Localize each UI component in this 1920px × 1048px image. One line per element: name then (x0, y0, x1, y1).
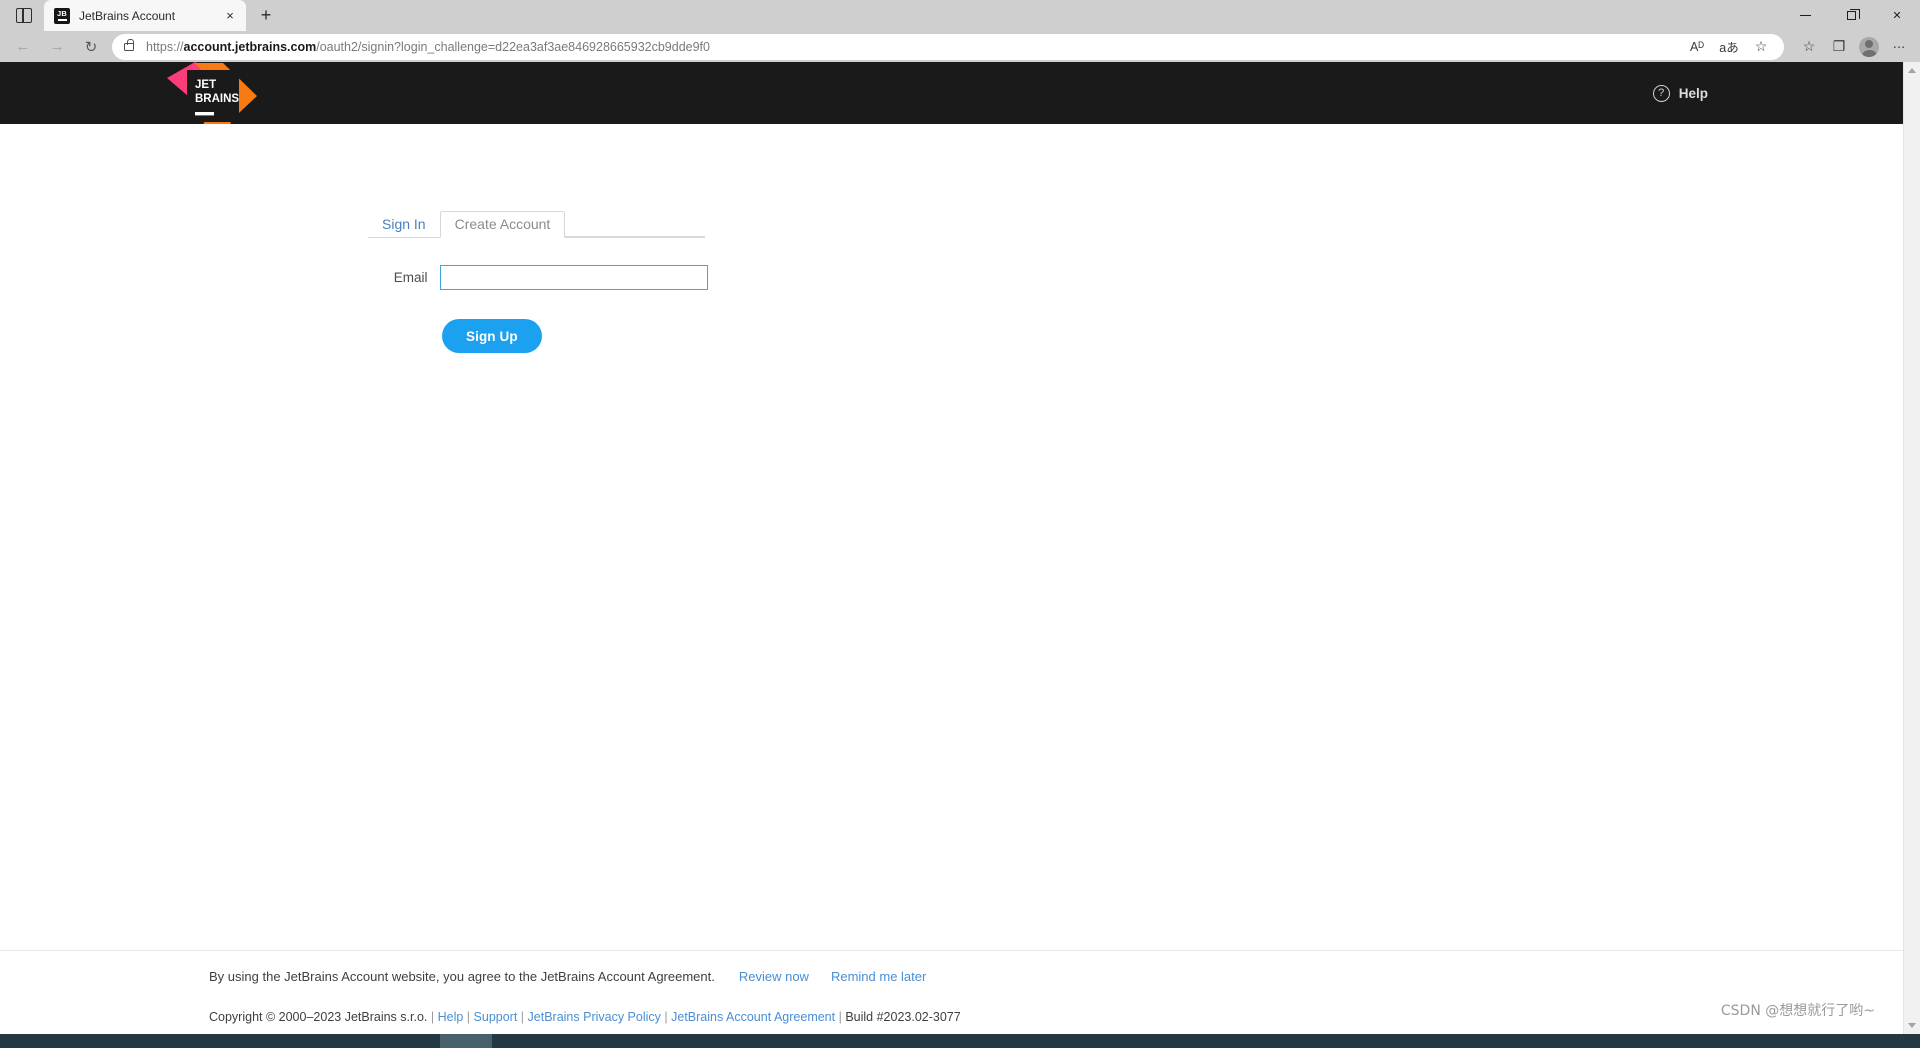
review-now-link[interactable]: Review now (739, 969, 809, 984)
url-scheme: https:// (146, 39, 184, 54)
url-host: account.jetbrains.com (183, 39, 317, 54)
help-label: Help (1678, 85, 1708, 101)
window-controls: ✕ (1782, 0, 1920, 31)
scroll-up-icon[interactable] (1904, 62, 1920, 79)
svg-text:JET: JET (195, 79, 216, 91)
email-field-row: Email (368, 265, 708, 290)
separator-1: | (430, 1010, 435, 1024)
scrollbar-track[interactable] (1904, 79, 1920, 1017)
forward-button[interactable]: → (40, 33, 74, 61)
signup-form-block: Sign In Create Account Email Sign Up (368, 211, 708, 353)
favicon-label: JB (57, 9, 67, 18)
svg-text:BRAINS: BRAINS (195, 93, 239, 105)
separator-5: | (838, 1010, 842, 1024)
footer-link-support[interactable]: Support (474, 1010, 518, 1024)
email-label: Email (393, 270, 428, 285)
separator-2: | (466, 1010, 471, 1024)
add-favorite-icon[interactable]: ☆ (1746, 34, 1776, 60)
avatar-image (1859, 36, 1879, 57)
reload-button[interactable]: ↻ (74, 33, 108, 61)
email-input[interactable] (440, 265, 708, 290)
jetbrains-logo[interactable]: JET BRAINS (165, 62, 275, 132)
new-tab-icon[interactable]: + (250, 1, 282, 29)
footer-link-account-agreement[interactable]: JetBrains Account Agreement (671, 1010, 835, 1024)
separator-3: | (520, 1010, 525, 1024)
tab-actions-button[interactable] (4, 0, 44, 31)
close-tab-icon[interactable]: × (220, 6, 240, 26)
agreement-banner: By using the JetBrains Account website, … (0, 969, 1903, 984)
page-scrollbar[interactable] (1903, 62, 1920, 1034)
page-viewport: JET BRAINS ? Help Sign In Create Account (0, 62, 1920, 1034)
address-bar-icons: Aᴰ aあ ☆ (1682, 34, 1776, 60)
minimize-button[interactable] (1782, 0, 1828, 31)
settings-more-icon[interactable]: ⋯ (1884, 34, 1914, 60)
restore-button[interactable] (1828, 0, 1874, 31)
read-aloud-icon[interactable]: Aᴰ (1682, 34, 1712, 60)
browser-tab[interactable]: JB JetBrains Account × (44, 0, 246, 31)
copyright-row: Copyright © 2000–2023 JetBrains s.r.o. |… (0, 1010, 1903, 1024)
favorites-icon[interactable]: ☆ (1794, 34, 1824, 60)
tab-sign-in[interactable]: Sign In (368, 212, 440, 238)
jetbrains-favicon: JB (54, 7, 70, 24)
back-button[interactable]: ← (6, 33, 40, 61)
sign-up-button[interactable]: Sign Up (442, 319, 542, 353)
footer-link-help[interactable]: Help (438, 1010, 464, 1024)
url-text: https://account.jetbrains.com/oauth2/sig… (146, 40, 1678, 54)
profile-avatar[interactable] (1854, 34, 1884, 60)
site-footer: By using the JetBrains Account website, … (0, 950, 1903, 1034)
lock-icon (124, 38, 134, 51)
translate-icon[interactable]: aあ (1714, 34, 1744, 60)
os-taskbar (0, 1034, 1920, 1048)
tab-actions-icon (16, 8, 32, 23)
tab-create-account[interactable]: Create Account (439, 211, 566, 238)
submit-row: Sign Up (442, 319, 708, 353)
agreement-text: By using the JetBrains Account website, … (209, 969, 715, 984)
auth-tabs: Sign In Create Account (368, 211, 705, 238)
tab-title: JetBrains Account (79, 8, 176, 23)
collections-icon[interactable]: ❐ (1824, 34, 1854, 60)
footer-link-privacy-policy[interactable]: JetBrains Privacy Policy (528, 1010, 661, 1024)
taskbar-active-item[interactable] (440, 1034, 492, 1048)
build-number: Build #2023.02-3077 (845, 1010, 961, 1024)
browser-toolbar: ← → ↻ https://account.jetbrains.com/oaut… (0, 31, 1920, 62)
site-header: JET BRAINS ? Help (0, 62, 1903, 130)
tab-strip: JB JetBrains Account × + ✕ (0, 0, 1920, 31)
scroll-down-icon[interactable] (1904, 1017, 1920, 1034)
url-path: /oauth2/signin?login_challenge=d22ea3af3… (316, 39, 710, 54)
remind-me-later-link[interactable]: Remind me later (831, 969, 926, 984)
help-link[interactable]: ? Help (1652, 84, 1708, 102)
main-content: Sign In Create Account Email Sign Up (0, 124, 1903, 950)
web-page: JET BRAINS ? Help Sign In Create Account (0, 62, 1903, 1034)
question-circle-icon: ? (1652, 84, 1670, 102)
csdn-watermark: CSDN @想想就行了哟~ (1720, 1003, 1875, 1019)
separator-4: | (664, 1010, 668, 1024)
copyright-text: Copyright © 2000–2023 JetBrains s.r.o. (209, 1010, 428, 1024)
tabs-filler (565, 212, 705, 237)
jetbrains-logo-icon: JET BRAINS (167, 62, 257, 130)
address-bar[interactable]: https://account.jetbrains.com/oauth2/sig… (112, 33, 1784, 60)
browser-window: JB JetBrains Account × + ✕ ← → ↻ https:/… (0, 0, 1920, 1048)
close-window-button[interactable]: ✕ (1874, 0, 1920, 31)
